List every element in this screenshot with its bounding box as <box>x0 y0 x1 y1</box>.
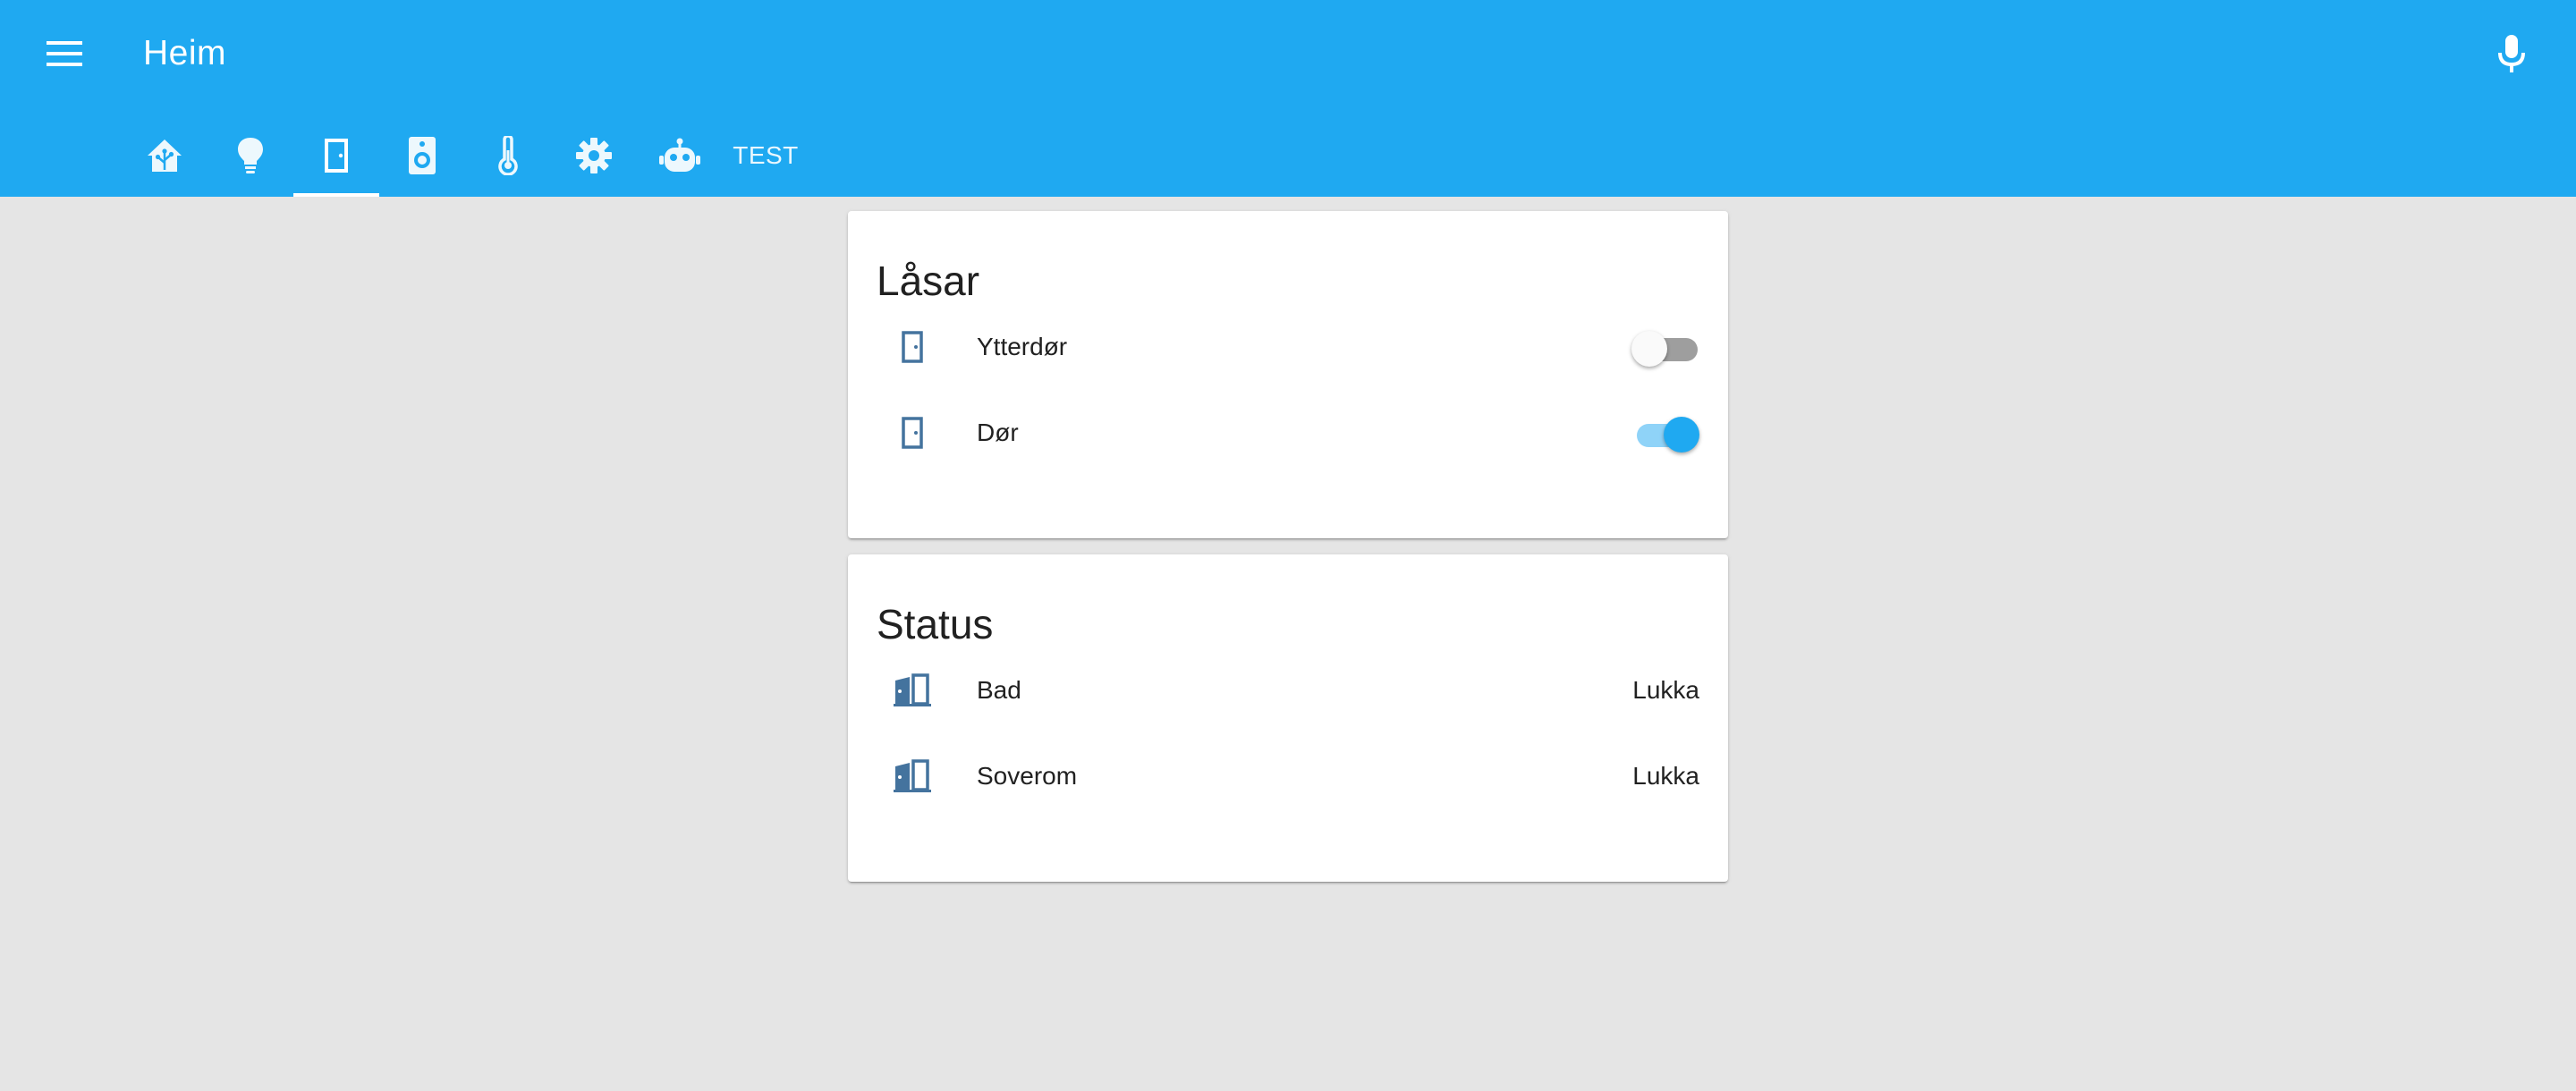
door-icon <box>902 331 923 363</box>
status-row-soverom: Soverom Lukka <box>848 740 1728 812</box>
view-tabs: TEST <box>122 114 809 197</box>
voice-command-button[interactable] <box>2487 29 2537 79</box>
status-value: Lukka <box>1632 676 1699 704</box>
status-row-bad: Bad Lukka <box>848 655 1728 726</box>
speaker-icon <box>409 137 436 174</box>
menu-button[interactable] <box>39 32 89 75</box>
toggle-thumb <box>1631 331 1667 367</box>
lightbulb-icon <box>238 138 263 173</box>
microphone-icon <box>2498 35 2525 72</box>
status-card: Status Bad Lukka Soverom Lukka <box>848 554 1728 882</box>
status-label[interactable]: Bad <box>977 672 1021 708</box>
status-row-icon[interactable] <box>891 755 934 798</box>
status-row-icon[interactable] <box>891 669 934 712</box>
gear-icon <box>576 138 612 173</box>
door-icon <box>325 139 348 173</box>
lock-label[interactable]: Dør <box>977 415 1019 451</box>
status-card-title: Status <box>877 601 994 647</box>
toggle-thumb <box>1664 417 1699 452</box>
lock-row-dor: Dør <box>848 397 1728 469</box>
lock-label[interactable]: Ytterdør <box>977 329 1067 365</box>
lock-row-icon[interactable] <box>891 411 934 454</box>
tab-test[interactable]: TEST <box>723 114 809 197</box>
tab-doors[interactable] <box>293 114 379 197</box>
thermometer-icon <box>498 136 518 175</box>
lock-row-icon[interactable] <box>891 326 934 368</box>
lock-toggle-ytterdor[interactable] <box>1631 329 1699 367</box>
app-header: Heim TEST <box>0 0 2576 197</box>
locks-card-title: Låsar <box>877 258 980 304</box>
tab-automation[interactable] <box>637 114 723 197</box>
locks-card: Låsar Ytterdør Dør <box>848 211 1728 538</box>
door-closed-icon <box>894 673 931 706</box>
tab-home[interactable] <box>122 114 208 197</box>
lock-toggle-dor[interactable] <box>1631 415 1699 452</box>
tab-media[interactable] <box>379 114 465 197</box>
status-label[interactable]: Soverom <box>977 758 1077 794</box>
home-assistant-icon <box>148 140 182 172</box>
app: Heim TEST Låsar Ytterdør Dør Status Bad … <box>0 0 2576 1091</box>
status-value: Lukka <box>1632 762 1699 790</box>
tab-settings[interactable] <box>551 114 637 197</box>
door-icon <box>902 417 923 449</box>
tab-test-label: TEST <box>733 141 799 169</box>
tab-climate[interactable] <box>465 114 551 197</box>
page-title: Heim <box>143 34 227 72</box>
tab-lights[interactable] <box>208 114 293 197</box>
lock-row-ytterdor: Ytterdør <box>848 311 1728 383</box>
robot-icon <box>659 138 700 172</box>
menu-icon <box>47 41 82 66</box>
door-closed-icon <box>894 759 931 792</box>
